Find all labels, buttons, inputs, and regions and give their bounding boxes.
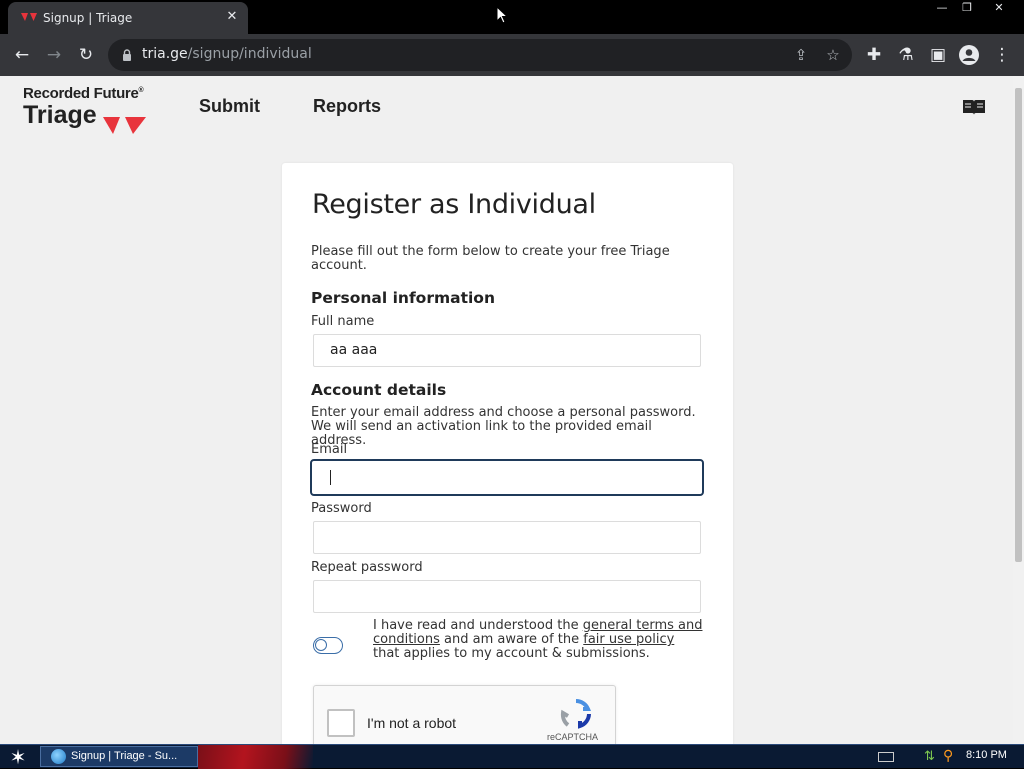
browser-tab[interactable]: Signup | Triage ✕ — [8, 2, 248, 34]
reload-icon[interactable]: ↻ — [75, 44, 97, 66]
browser-toolbar: ← → ↻ tria.ge/signup/individual ⇪ ☆ ✚ ⚗ … — [0, 34, 1024, 76]
tab-title: Signup | Triage — [43, 11, 133, 25]
taskbar-decoration — [198, 745, 313, 769]
start-menu-star-icon[interactable]: ✶ — [4, 746, 32, 768]
full-name-label: Full name — [311, 314, 375, 329]
full-name-value: aa aaa — [330, 342, 378, 358]
full-name-field[interactable]: aa aaa — [313, 334, 701, 367]
page-viewport: Recorded Future® Triage Submit Reports R… — [0, 76, 1013, 744]
window-restore-button[interactable]: ❐ — [953, 0, 981, 18]
triage-favicon-icon — [21, 13, 37, 21]
password-label: Password — [311, 501, 372, 516]
lock-icon — [123, 49, 131, 61]
browser-task-icon — [51, 749, 66, 764]
side-panel-icon[interactable]: ▣ — [927, 44, 949, 66]
taskbar-clock[interactable]: 8:10 PM — [966, 749, 1007, 761]
site-logo[interactable]: Recorded Future® Triage — [23, 85, 163, 134]
scrollbar-thumb[interactable] — [1015, 88, 1022, 562]
page-title: Register as Individual — [312, 189, 596, 220]
recaptcha-logo-icon — [560, 699, 592, 729]
account-details-description: Enter your email address and choose a pe… — [311, 405, 696, 448]
personal-info-heading: Personal information — [311, 289, 495, 307]
forward-arrow-icon[interactable]: → — [43, 44, 65, 66]
window-minimize-button[interactable]: — — [928, 0, 956, 18]
back-arrow-icon[interactable]: ← — [11, 44, 33, 66]
intro-text: Please fill out the form below to create… — [311, 244, 670, 273]
email-field[interactable] — [310, 459, 704, 496]
share-icon[interactable]: ⇪ — [791, 45, 811, 65]
address-bar[interactable]: tria.ge/signup/individual ⇪ ☆ — [108, 39, 852, 71]
repeat-password-field[interactable] — [313, 580, 701, 613]
nav-reports-link[interactable]: Reports — [313, 96, 381, 117]
logo-recorded-future: Recorded Future® — [23, 85, 144, 102]
labs-flask-icon[interactable]: ⚗ — [895, 44, 917, 66]
register-card: Register as Individual Please fill out t… — [282, 163, 733, 744]
recaptcha-widget: I'm not a robot reCAPTCHA — [313, 685, 616, 744]
recaptcha-label: I'm not a robot — [367, 715, 457, 731]
window-close-button[interactable]: ✕ — [984, 0, 1014, 18]
fair-use-policy-link[interactable]: fair use policy — [583, 632, 674, 647]
email-label: Email — [311, 442, 348, 457]
text-caret — [330, 470, 331, 485]
logo-triage-text: Triage — [23, 101, 97, 129]
password-field[interactable] — [313, 521, 701, 554]
bookmark-star-icon[interactable]: ☆ — [823, 45, 843, 65]
network-tray-icon[interactable]: ⇅ — [924, 749, 938, 765]
extensions-puzzle-icon[interactable]: ✚ — [863, 44, 885, 66]
repeat-password-label: Repeat password — [311, 560, 423, 575]
url-text: tria.ge/signup/individual — [142, 46, 312, 62]
browser-menu-icon[interactable]: ⋮ — [991, 44, 1013, 66]
triage-logo-mark-icon — [103, 117, 146, 134]
profile-avatar-icon[interactable] — [958, 44, 980, 66]
taskbar-browser-item[interactable]: Signup | Triage - Su... — [40, 746, 198, 767]
recaptcha-checkbox[interactable] — [327, 709, 355, 737]
terms-text: I have read and understood the general t… — [373, 618, 703, 661]
taskbar-item-label: Signup | Triage - Su... — [71, 750, 178, 762]
recaptcha-brand: reCAPTCHA — [547, 732, 599, 742]
tab-close-icon[interactable]: ✕ — [224, 9, 240, 25]
terms-toggle[interactable] — [313, 637, 343, 654]
nav-submit-link[interactable]: Submit — [199, 96, 260, 117]
mouse-cursor-icon — [496, 6, 508, 24]
search-tray-icon[interactable]: ⚲ — [943, 748, 959, 764]
keyboard-tray-icon[interactable] — [878, 752, 894, 762]
account-details-heading: Account details — [311, 381, 447, 399]
docs-book-icon[interactable] — [962, 98, 986, 116]
browser-titlebar: Signup | Triage ✕ — ❐ ✕ — [0, 0, 1024, 34]
page-scrollbar[interactable] — [1013, 76, 1024, 744]
os-taskbar: ✶ Signup | Triage - Su... ⇅ ⚲ 8:10 PM — [0, 744, 1024, 769]
toggle-knob — [315, 639, 327, 651]
